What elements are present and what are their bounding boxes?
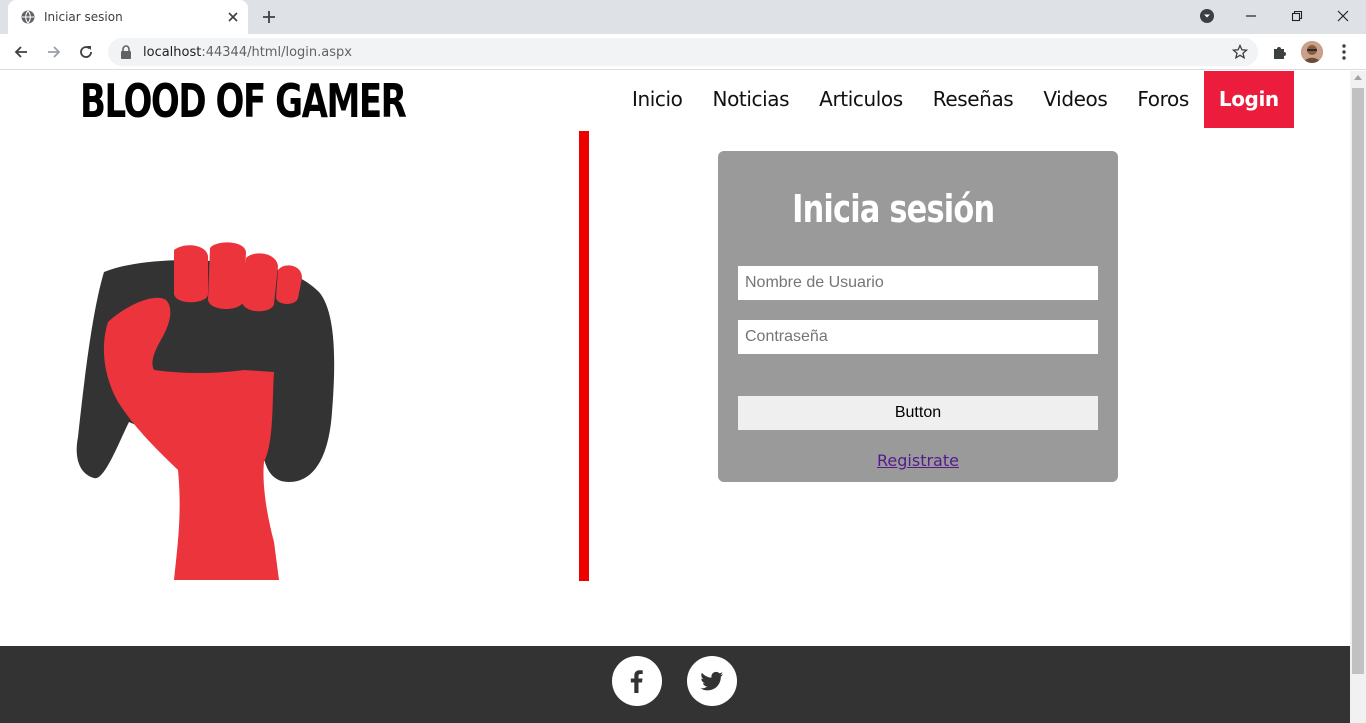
- fist-controller-illustration: [76, 242, 335, 580]
- globe-icon: [21, 10, 35, 24]
- url-path: :44344/html/login.aspx: [201, 45, 352, 60]
- profile-avatar[interactable]: [1301, 41, 1323, 63]
- browser-menu-icon[interactable]: [1336, 43, 1352, 61]
- url-host: localhost: [143, 45, 202, 60]
- site-logo[interactable]: BLOOD OF GAMER: [80, 74, 407, 128]
- new-tab-icon[interactable]: [260, 8, 278, 26]
- reload-icon[interactable]: [77, 43, 95, 61]
- back-arrow-icon[interactable]: [12, 43, 30, 61]
- close-tab-icon[interactable]: [226, 10, 240, 24]
- nav-foros[interactable]: Foros: [1122, 71, 1203, 128]
- minimize-icon[interactable]: [1243, 8, 1259, 24]
- extensions-puzzle-icon[interactable]: [1271, 43, 1289, 61]
- vertical-divider: [579, 131, 589, 581]
- forward-arrow-icon[interactable]: [45, 43, 63, 61]
- address-bar[interactable]: localhost:44344/html/login.aspx: [108, 38, 1258, 66]
- password-input[interactable]: [738, 320, 1098, 354]
- register-link[interactable]: Registrate: [718, 451, 1118, 470]
- browser-tab-bar: Iniciar sesion: [0, 0, 1366, 34]
- username-input[interactable]: [738, 266, 1098, 300]
- site-footer: [0, 646, 1350, 723]
- nav-resenas[interactable]: Reseñas: [918, 71, 1029, 128]
- page-content: BLOOD OF GAMER Inicio Noticias Articulos…: [0, 71, 1350, 723]
- tab-title: Iniciar sesion: [44, 10, 123, 24]
- twitter-icon: [700, 671, 723, 691]
- nav-videos[interactable]: Videos: [1028, 71, 1122, 128]
- close-window-icon[interactable]: [1335, 8, 1351, 24]
- lock-icon[interactable]: [120, 45, 132, 59]
- restore-icon[interactable]: [1289, 8, 1305, 24]
- url-text: localhost:44344/html/login.aspx: [143, 45, 352, 60]
- nav-login[interactable]: Login: [1203, 71, 1294, 128]
- avatar-face-icon: [1301, 41, 1323, 63]
- page-scrollbar[interactable]: [1350, 71, 1366, 723]
- login-card: Inicia sesión Button Registrate: [718, 151, 1118, 482]
- tab-search-icon[interactable]: [1199, 8, 1215, 24]
- facebook-icon: [630, 670, 643, 693]
- login-submit-button[interactable]: Button: [738, 396, 1098, 430]
- nav-noticias[interactable]: Noticias: [698, 71, 805, 128]
- login-heading: Inicia sesión: [792, 187, 995, 231]
- scroll-up-arrow-icon[interactable]: [1354, 75, 1362, 80]
- scrollbar-thumb[interactable]: [1352, 88, 1364, 674]
- facebook-button[interactable]: [612, 656, 662, 706]
- browser-tab[interactable]: Iniciar sesion: [8, 0, 248, 34]
- main-nav: Inicio Noticias Articulos Reseñas Videos…: [617, 71, 1294, 128]
- twitter-button[interactable]: [687, 656, 737, 706]
- browser-toolbar: localhost:44344/html/login.aspx: [0, 34, 1366, 70]
- nav-articulos[interactable]: Articulos: [804, 71, 918, 128]
- bookmark-star-icon[interactable]: [1232, 44, 1248, 60]
- nav-inicio[interactable]: Inicio: [617, 71, 698, 128]
